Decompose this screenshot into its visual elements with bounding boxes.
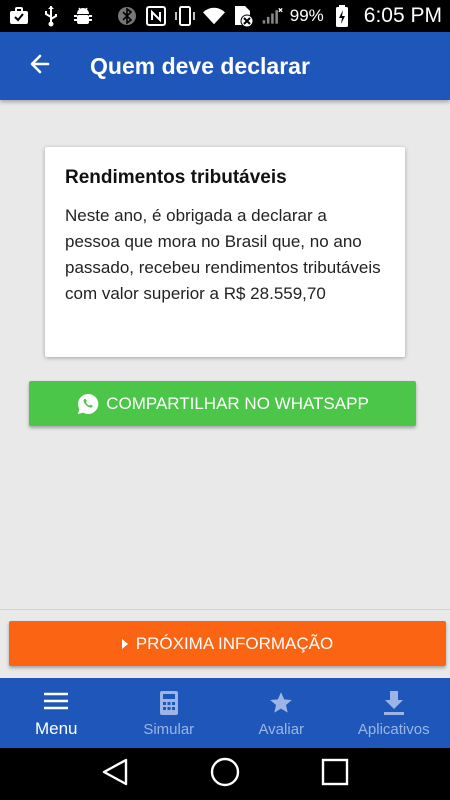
info-card: Rendimentos tributáveis Neste ano, é obr…: [45, 147, 405, 357]
next-info-label: PRÓXIMA INFORMAÇÃO: [135, 633, 334, 653]
page-title: Quem deve declarar: [90, 52, 310, 79]
wifi-icon: [202, 5, 225, 27]
system-recents-button[interactable]: [315, 754, 355, 794]
bottom-nav: Menu Simular Avaliar Aplicativos: [0, 678, 450, 748]
bluetooth-icon: [116, 5, 138, 27]
back-button[interactable]: [20, 46, 60, 86]
app-bar: Quem deve declarar: [0, 32, 450, 100]
usb-icon: [40, 5, 62, 27]
nav-label-menu: Menu: [34, 719, 78, 738]
signal-icon: [261, 5, 283, 27]
briefcase-check-icon: [8, 5, 30, 27]
download-icon: [380, 689, 408, 717]
no-sim-icon: [232, 5, 254, 27]
status-bar: 99% 6:05 PM: [0, 0, 450, 32]
next-info-button[interactable]: PRÓXIMA INFORMAÇÃO: [9, 621, 446, 666]
status-left-icons: [0, 5, 94, 27]
nav-item-avaliar[interactable]: Avaliar: [225, 678, 338, 748]
nav-item-menu[interactable]: Menu: [0, 678, 113, 748]
share-whatsapp-button[interactable]: COMPARTILHAR NO WHATSAPP: [29, 381, 416, 426]
card-title: Rendimentos tributáveis: [65, 167, 287, 188]
system-nav-bar: [0, 748, 450, 800]
whatsapp-icon: [76, 392, 100, 416]
star-icon: [267, 689, 295, 717]
clock: 6:05 PM: [363, 4, 442, 27]
share-whatsapp-label: COMPARTILHAR NO WHATSAPP: [106, 393, 369, 413]
vibrate-icon: [174, 5, 196, 27]
divider: [0, 609, 450, 610]
battery-charging-icon: [331, 5, 353, 27]
arrow-back-icon: [28, 52, 52, 81]
nav-label-simular: Simular: [143, 720, 195, 738]
system-home-button[interactable]: [205, 754, 245, 794]
nfc-icon: [145, 5, 167, 27]
back-triangle-icon: [100, 757, 130, 792]
nav-item-simular[interactable]: Simular: [113, 678, 226, 748]
recents-square-icon: [320, 757, 350, 792]
nav-label-avaliar: Avaliar: [258, 720, 305, 738]
battery-percent: 99%: [289, 6, 324, 25]
home-circle-icon: [209, 756, 241, 793]
menu-icon: [42, 687, 70, 715]
nav-label-aplicativos: Aplicativos: [357, 720, 430, 738]
android-debug-icon: [72, 5, 94, 27]
card-body: Neste ano, é obrigada a declarar a pesso…: [65, 206, 381, 303]
status-right-icons: 99% 6:05 PM: [116, 4, 450, 28]
nav-item-aplicativos[interactable]: Aplicativos: [338, 678, 450, 748]
caret-right-icon: [121, 638, 128, 649]
calculator-icon: [155, 689, 183, 717]
system-back-button[interactable]: [95, 754, 135, 794]
